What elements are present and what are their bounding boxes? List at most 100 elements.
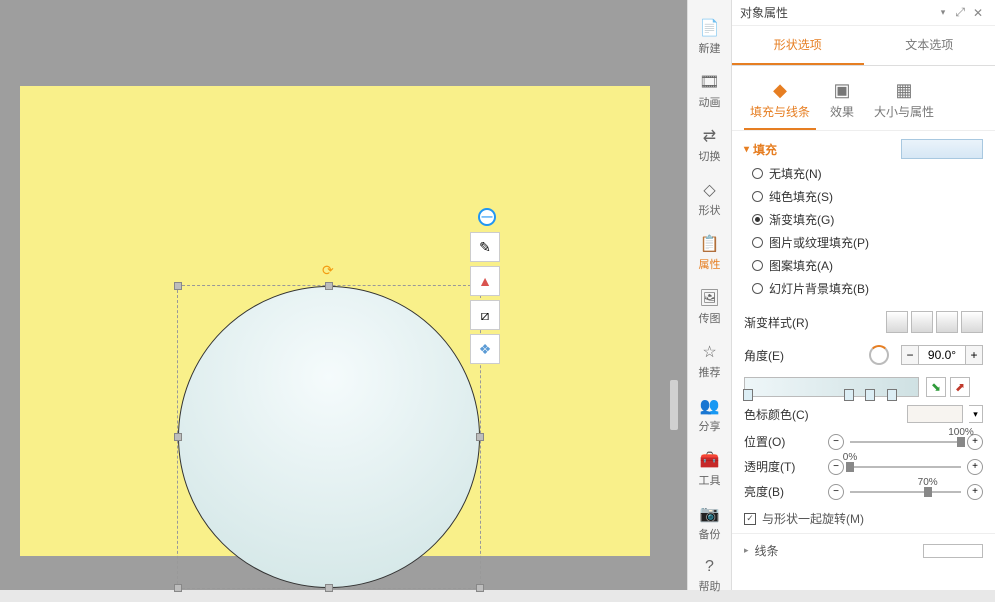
sidebar-item-属性[interactable]: 📋属性	[688, 226, 731, 280]
grid-icon: ▦	[896, 80, 913, 101]
tab-effects[interactable]: ▣效果	[824, 76, 860, 130]
gradient-style-label: 渐变样式(R)	[744, 314, 822, 331]
position-slider[interactable]: 100%	[850, 441, 961, 443]
sidebar-label: 推荐	[699, 364, 721, 380]
resize-handle[interactable]	[174, 433, 182, 441]
close-icon[interactable]: ✕	[969, 6, 987, 20]
delete-icon[interactable]: —	[478, 208, 496, 226]
fill-option[interactable]: 图片或纹理填充(P)	[752, 234, 983, 251]
tab-shape-options[interactable]: 形状选项	[732, 26, 864, 65]
fill-option-label: 无填充(N)	[769, 165, 822, 182]
position-slider-label: 位置(O)	[744, 433, 822, 450]
outline-tool[interactable]: ⧄	[470, 300, 500, 330]
sidebar-icon: ?	[705, 558, 714, 576]
sidebar-item-工具[interactable]: 🧰工具	[688, 442, 731, 496]
gradient-bar[interactable]: ⬊ ⬈	[744, 377, 919, 397]
angle-increase[interactable]: +	[965, 345, 983, 365]
selected-shape[interactable]: ⟳	[178, 286, 480, 588]
rotate-with-shape-checkbox[interactable]: ✓	[744, 513, 756, 525]
remove-stop-icon[interactable]: ⬈	[950, 377, 970, 397]
rotate-handle[interactable]: ⟳	[322, 262, 334, 279]
color-dropdown-icon[interactable]: ▾	[969, 405, 983, 423]
brightness-slider-decrease[interactable]: −	[828, 484, 844, 500]
sidebar-item-切换[interactable]: ⇄切换	[688, 118, 731, 172]
panel-title: 对象属性	[740, 4, 941, 21]
gradient-style-option[interactable]	[886, 311, 908, 333]
fill-section-header[interactable]: ▾ 填充	[744, 139, 983, 159]
sidebar-item-推荐[interactable]: ☆推荐	[688, 334, 731, 388]
fill-option[interactable]: 渐变填充(G)	[752, 211, 983, 228]
gradient-stop[interactable]	[844, 389, 854, 401]
tab-size-props[interactable]: ▦大小与属性	[868, 76, 940, 130]
sidebar-label: 备份	[699, 526, 721, 542]
brightness-slider-label: 亮度(B)	[744, 483, 822, 500]
tab-fill-line[interactable]: ◆填充与线条	[744, 76, 816, 130]
sidebar-item-备份[interactable]: 📷 备份	[688, 496, 731, 550]
layer-tool[interactable]: ❖	[470, 334, 500, 364]
fill-tool[interactable]: ▲	[470, 266, 500, 296]
sidebar-item-分享[interactable]: 👥分享	[688, 388, 731, 442]
angle-dial[interactable]	[869, 345, 889, 365]
opacity-slider-increase[interactable]: +	[967, 459, 983, 475]
fill-option[interactable]: 纯色填充(S)	[752, 188, 983, 205]
expand-icon[interactable]: ⤢	[951, 5, 969, 20]
opacity-slider-label: 透明度(T)	[744, 458, 822, 475]
gradient-stop[interactable]	[865, 389, 875, 401]
edit-tool[interactable]: ✎	[470, 232, 500, 262]
stop-color-label: 色标颜色(C)	[744, 406, 822, 423]
line-preview-swatch[interactable]	[923, 544, 983, 558]
position-slider-decrease[interactable]: −	[828, 434, 844, 450]
resize-handle[interactable]	[174, 282, 182, 290]
slider-thumb[interactable]	[957, 437, 965, 447]
opacity-slider-decrease[interactable]: −	[828, 459, 844, 475]
gradient-stop[interactable]	[743, 389, 753, 401]
sidebar-label: 工具	[699, 472, 721, 488]
angle-decrease[interactable]: −	[901, 345, 919, 365]
radio-icon	[752, 168, 763, 179]
gradient-style-option[interactable]	[936, 311, 958, 333]
slide[interactable]: ⟳	[20, 86, 650, 556]
resize-handle[interactable]	[174, 584, 182, 592]
gradient-style-option[interactable]	[961, 311, 983, 333]
sidebar-item-动画[interactable]: 🎞动画	[688, 64, 731, 118]
resize-handle[interactable]	[325, 584, 333, 592]
fill-option-label: 图案填充(A)	[769, 257, 833, 274]
gradient-style-option[interactable]	[911, 311, 933, 333]
brightness-slider[interactable]: 70%	[850, 491, 961, 493]
fill-option-label: 图片或纹理填充(P)	[769, 234, 869, 251]
angle-label: 角度(E)	[744, 347, 822, 364]
add-stop-icon[interactable]: ⬊	[926, 377, 946, 397]
sidebar-item-帮助[interactable]: ?帮助	[688, 550, 731, 602]
sidebar-item-传图[interactable]: 🖼传图	[688, 280, 731, 334]
slider-thumb[interactable]	[846, 462, 854, 472]
sidebar-icon: 📷	[700, 504, 720, 524]
rotate-with-shape-label: 与形状一起旋转(M)	[762, 510, 864, 527]
sidebar-label: 新建	[699, 40, 721, 56]
resize-handle[interactable]	[325, 282, 333, 290]
resize-handle[interactable]	[476, 584, 484, 592]
panel-drag-handle[interactable]	[670, 380, 678, 430]
gradient-stop[interactable]	[887, 389, 897, 401]
sidebar-icon: 📋	[700, 234, 720, 254]
stop-color-picker[interactable]	[907, 405, 963, 423]
brightness-slider-increase[interactable]: +	[967, 484, 983, 500]
sidebar-item-形状[interactable]: ◇形状	[688, 172, 731, 226]
fill-option-label: 幻灯片背景填充(B)	[769, 280, 869, 297]
angle-value[interactable]: 90.0°	[919, 345, 965, 365]
circle-shape[interactable]	[178, 286, 480, 588]
fill-option[interactable]: 幻灯片背景填充(B)	[752, 280, 983, 297]
chevron-right-icon: ▸	[744, 545, 749, 556]
sidebar-icon: 🖼	[699, 288, 719, 308]
opacity-slider[interactable]: 0%	[850, 466, 961, 468]
tab-text-options[interactable]: 文本选项	[864, 26, 995, 65]
radio-icon	[752, 237, 763, 248]
properties-panel: 对象属性 ▾ ⤢ ✕ 形状选项 文本选项 ◆填充与线条 ▣效果 ▦大小与属性 ▾…	[731, 0, 995, 590]
fill-option[interactable]: 无填充(N)	[752, 165, 983, 182]
slider-thumb[interactable]	[924, 487, 932, 497]
fill-option[interactable]: 图案填充(A)	[752, 257, 983, 274]
sidebar-item-新建[interactable]: 📄新建	[688, 10, 731, 64]
line-section-header[interactable]: ▸ 线条	[732, 533, 995, 567]
canvas-area: ⟳ — ✎ ▲ ⧄ ❖	[0, 0, 687, 590]
resize-handle[interactable]	[476, 433, 484, 441]
fill-preview-swatch[interactable]	[901, 139, 983, 159]
